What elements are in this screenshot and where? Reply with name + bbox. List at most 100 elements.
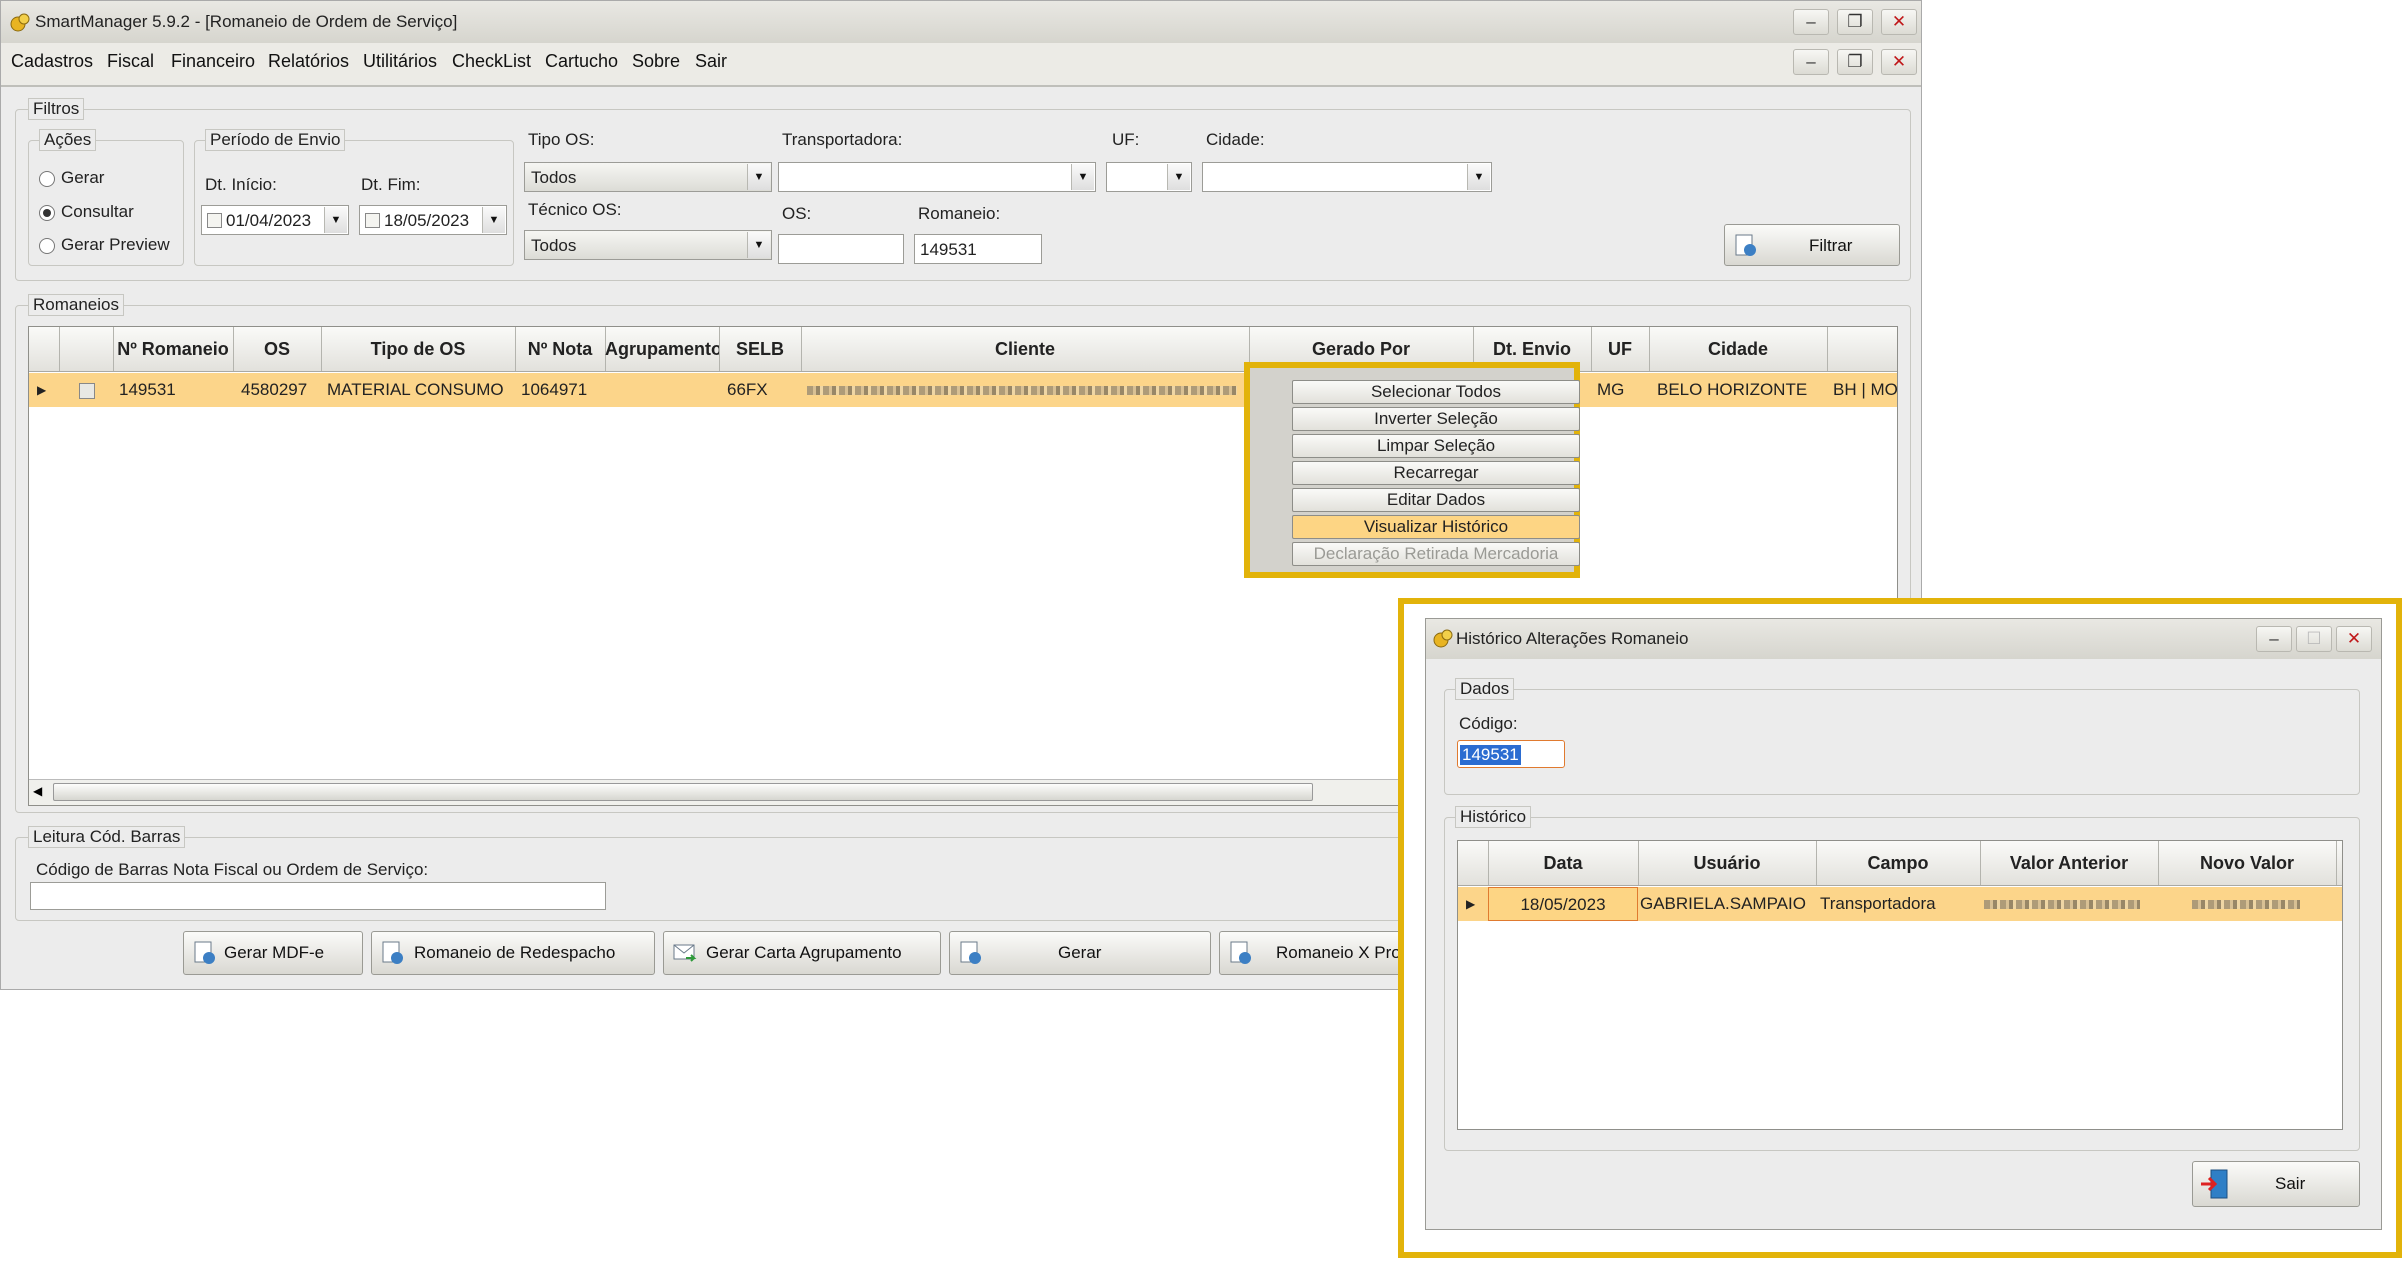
- col-uf[interactable]: UF: [1591, 327, 1650, 371]
- col-selb[interactable]: SELB: [719, 327, 802, 371]
- table-row[interactable]: ▶ 18/05/2023 GABRIELA.SAMPAIO Transporta…: [1458, 887, 2342, 921]
- historico-dialog: Histórico Alterações Romaneio – ☐ ✕ Dado…: [1425, 618, 2382, 1230]
- tipo-os-value: Todos: [531, 168, 577, 187]
- col-extra[interactable]: [1827, 327, 1897, 371]
- cell-uf: MG: [1597, 380, 1625, 399]
- cidade-label: Cidade:: [1206, 130, 1265, 149]
- row-checkbox[interactable]: [79, 373, 99, 407]
- col-agrupamento[interactable]: Agrupamento: [605, 327, 720, 371]
- uf-select[interactable]: ▼: [1106, 162, 1192, 192]
- filtrar-button[interactable]: Filtrar: [1724, 224, 1900, 266]
- menu-financeiro[interactable]: Financeiro: [171, 51, 255, 72]
- cell-nota: 1064971: [521, 380, 588, 399]
- tipo-os-label: Tipo OS:: [528, 130, 595, 149]
- gerar-mdfe-button[interactable]: Gerar MDF-e: [183, 931, 363, 975]
- chevron-down-icon[interactable]: ▼: [747, 232, 770, 258]
- radio-gerar-preview[interactable]: [39, 238, 55, 254]
- romaneios-legend: Romaneios: [28, 294, 124, 316]
- codigo-barras-input[interactable]: [30, 882, 606, 910]
- radio-consultar[interactable]: [39, 205, 55, 221]
- chevron-down-icon[interactable]: ▼: [747, 164, 770, 190]
- menu-item-inverter-selecao[interactable]: Inverter Seleção: [1292, 407, 1580, 431]
- col-cliente[interactable]: Cliente: [801, 327, 1250, 371]
- menu-cartucho[interactable]: Cartucho: [545, 51, 618, 72]
- close-icon[interactable]: ✕: [1881, 9, 1917, 35]
- menu-relatorios[interactable]: Relatórios: [268, 51, 349, 72]
- document-icon: [960, 941, 981, 964]
- grid-header: Data Usuário Campo Valor Anterior Novo V…: [1458, 841, 2342, 886]
- romaneio-input[interactable]: 149531: [914, 234, 1042, 264]
- dt-fim-checkbox[interactable]: [365, 213, 380, 228]
- table-row[interactable]: ▶ 149531 4580297 MATERIAL CONSUMO 106497…: [29, 373, 1897, 407]
- minimize-icon[interactable]: –: [2256, 626, 2292, 652]
- title-bar: SmartManager 5.9.2 - [Romaneio de Ordem …: [1, 1, 1921, 43]
- acoes-group: Ações Gerar Consultar Gerar Preview: [28, 129, 184, 266]
- mdi-close-icon[interactable]: ✕: [1881, 49, 1917, 75]
- romaneio-x-produto-button[interactable]: Romaneio X Produto: [1219, 931, 1419, 975]
- menu-item-selecionar-todos[interactable]: Selecionar Todos: [1292, 380, 1580, 404]
- menu-item-declaracao-retirada: Declaração Retirada Mercadoria: [1292, 542, 1580, 566]
- col-romaneio[interactable]: Nº Romaneio: [113, 327, 234, 371]
- col-nota[interactable]: Nº Nota: [515, 327, 606, 371]
- maximize-icon: ☐: [2296, 626, 2332, 652]
- gerar-button[interactable]: Gerar: [949, 931, 1211, 975]
- os-label: OS:: [782, 204, 812, 223]
- menu-cadastros[interactable]: Cadastros: [11, 51, 93, 72]
- romaneio-redespacho-button[interactable]: Romaneio de Redespacho: [371, 931, 655, 975]
- menu-item-editar-dados[interactable]: Editar Dados: [1292, 488, 1580, 512]
- dados-group: Dados Código: 149531: [1444, 678, 2360, 795]
- radio-gerar-label: Gerar: [61, 168, 105, 187]
- menu-utilitarios[interactable]: Utilitários: [363, 51, 437, 72]
- col-valor-anterior[interactable]: Valor Anterior: [1980, 841, 2159, 885]
- historico-grid: Data Usuário Campo Valor Anterior Novo V…: [1457, 840, 2343, 1130]
- os-input[interactable]: [778, 234, 904, 264]
- menu-item-recarregar[interactable]: Recarregar: [1292, 461, 1580, 485]
- dt-inicio-picker[interactable]: 01/04/2023 ▼: [201, 205, 349, 235]
- col-cidade[interactable]: Cidade: [1649, 327, 1828, 371]
- calendar-dropdown-icon[interactable]: ▼: [324, 207, 347, 233]
- menu-item-visualizar-historico[interactable]: Visualizar Histórico: [1292, 515, 1580, 539]
- cell-romaneio: 149531: [119, 380, 176, 399]
- gerar-mdfe-label: Gerar MDF-e: [224, 943, 325, 962]
- periodo-legend: Período de Envio: [205, 129, 346, 151]
- chevron-down-icon[interactable]: ▼: [1167, 164, 1190, 190]
- exit-door-icon: [2201, 1169, 2228, 1199]
- mdi-minimize-icon[interactable]: –: [1793, 49, 1829, 75]
- row-indicator-icon: ▶: [37, 383, 47, 397]
- col-os[interactable]: OS: [233, 327, 322, 371]
- tipo-os-select[interactable]: Todos ▼: [524, 162, 772, 192]
- dt-inicio-value: 01/04/2023: [226, 211, 312, 230]
- menu-checklist[interactable]: CheckList: [452, 51, 531, 72]
- minimize-icon[interactable]: –: [1793, 9, 1829, 35]
- scroll-left-icon[interactable]: ◀: [33, 784, 42, 798]
- menu-sair[interactable]: Sair: [695, 51, 727, 72]
- col-usuario[interactable]: Usuário: [1638, 841, 1817, 885]
- menu-sobre[interactable]: Sobre: [632, 51, 680, 72]
- dt-fim-picker[interactable]: 18/05/2023 ▼: [359, 205, 507, 235]
- uf-label: UF:: [1112, 130, 1140, 149]
- dt-inicio-checkbox[interactable]: [207, 213, 222, 228]
- scrollbar-thumb[interactable]: [53, 783, 1313, 801]
- historico-group: Histórico Data Usuário Campo Valor Anter…: [1444, 806, 2360, 1151]
- tecnico-os-select[interactable]: Todos ▼: [524, 230, 772, 260]
- col-campo[interactable]: Campo: [1816, 841, 1981, 885]
- radio-gerar[interactable]: [39, 171, 55, 187]
- sair-label: Sair: [2275, 1174, 2306, 1193]
- col-data[interactable]: Data: [1488, 841, 1639, 885]
- close-icon[interactable]: ✕: [2336, 626, 2372, 652]
- col-tipo-os[interactable]: Tipo de OS: [321, 327, 516, 371]
- chevron-down-icon[interactable]: ▼: [1467, 164, 1490, 190]
- calendar-dropdown-icon[interactable]: ▼: [482, 207, 505, 233]
- cidade-select[interactable]: ▼: [1202, 162, 1492, 192]
- sair-button[interactable]: Sair: [2192, 1161, 2360, 1207]
- mdi-restore-icon[interactable]: ❐: [1837, 49, 1873, 75]
- transportadora-select[interactable]: ▼: [778, 162, 1096, 192]
- app-icon: [1433, 629, 1453, 648]
- menu-item-limpar-selecao[interactable]: Limpar Seleção: [1292, 434, 1580, 458]
- col-novo-valor[interactable]: Novo Valor: [2158, 841, 2337, 885]
- gerar-carta-agrupamento-button[interactable]: Gerar Carta Agrupamento: [663, 931, 941, 975]
- menu-fiscal[interactable]: Fiscal: [107, 51, 154, 72]
- codigo-input[interactable]: 149531: [1457, 740, 1565, 768]
- restore-icon[interactable]: ❐: [1837, 9, 1873, 35]
- chevron-down-icon[interactable]: ▼: [1071, 164, 1094, 190]
